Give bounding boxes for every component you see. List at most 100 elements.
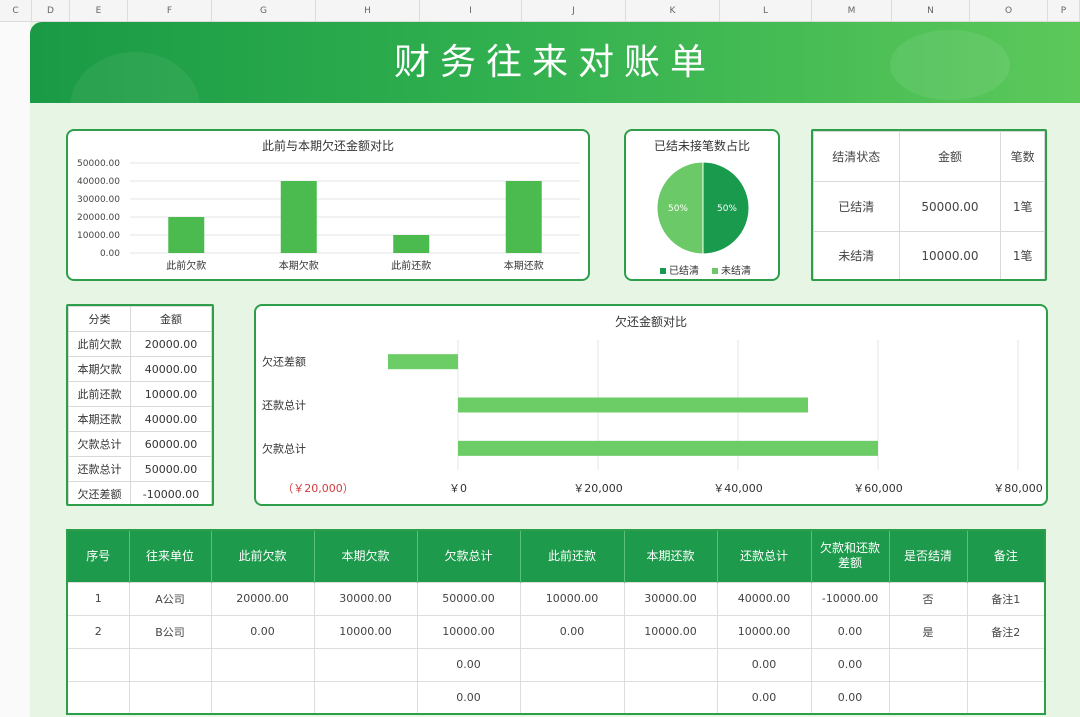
hbar[interactable]: [458, 397, 808, 413]
category-row: 此前还款 10000.00: [68, 381, 212, 407]
category-row: 欠还差额 -10000.00: [68, 481, 212, 504]
table-cell[interactable]: [66, 647, 130, 682]
bar[interactable]: [393, 235, 430, 253]
column-header-d[interactable]: D: [32, 0, 70, 22]
status-cell[interactable]: 1笔: [1000, 181, 1045, 232]
bar-chart-panel[interactable]: 此前与本期欠还金额对比 50000.00 40000.00 30000.00 2000…: [66, 129, 590, 281]
category-cell[interactable]: 此前还款: [68, 381, 131, 407]
status-table-header: 结清状态 金额 笔数: [813, 131, 1045, 182]
column-header-j[interactable]: J: [522, 0, 626, 22]
status-table-row: 未结清 10000.00 1笔: [813, 231, 1045, 279]
status-header-cell: 结清状态: [813, 131, 900, 182]
table-cell[interactable]: 0.00: [810, 614, 890, 649]
table-cell[interactable]: [313, 680, 418, 715]
column-header-c[interactable]: C: [0, 0, 32, 22]
table-cell[interactable]: 备注2: [966, 614, 1046, 649]
column-header-g[interactable]: G: [212, 0, 316, 22]
table-cell[interactable]: 0.00: [519, 614, 625, 649]
y-tick-label: 50000.00: [77, 159, 120, 169]
table-cell[interactable]: 30000.00: [623, 581, 718, 616]
category-cell[interactable]: 欠款总计: [68, 431, 131, 457]
column-header-p[interactable]: P: [1048, 0, 1080, 22]
table-cell[interactable]: [210, 680, 315, 715]
table-cell[interactable]: [623, 647, 718, 682]
table-cell[interactable]: B公司: [128, 614, 212, 649]
column-header-m[interactable]: M: [812, 0, 892, 22]
y-category-label: 还款总计: [262, 398, 306, 412]
status-cell[interactable]: 已结清: [813, 181, 900, 232]
category-cell[interactable]: 欠还差额: [68, 481, 131, 504]
table-cell[interactable]: 0.00: [810, 680, 890, 715]
y-tick-label: 10000.00: [77, 231, 120, 241]
category-cell[interactable]: 60000.00: [130, 431, 212, 457]
column-header-e[interactable]: E: [70, 0, 128, 22]
table-cell[interactable]: 10000.00: [716, 614, 812, 649]
table-cell[interactable]: 0.00: [716, 680, 812, 715]
column-header-l[interactable]: L: [720, 0, 812, 22]
table-cell[interactable]: [128, 680, 212, 715]
bar[interactable]: [280, 181, 317, 253]
column-header-i[interactable]: I: [420, 0, 522, 22]
table-cell[interactable]: [623, 680, 718, 715]
table-cell[interactable]: 20000.00: [210, 581, 315, 616]
hbar-chart-panel[interactable]: 欠还金额对比 （￥20,000） ￥0 ￥20,000 ￥40,000 ￥60,000 ￥…: [254, 304, 1048, 506]
category-cell[interactable]: 20000.00: [130, 331, 212, 357]
table-cell[interactable]: 30000.00: [313, 581, 418, 616]
bar[interactable]: [168, 217, 205, 253]
column-header-o[interactable]: O: [970, 0, 1048, 22]
status-cell[interactable]: 10000.00: [898, 231, 1002, 279]
category-cell[interactable]: -10000.00: [130, 481, 212, 504]
status-cell[interactable]: 未结清: [813, 231, 900, 279]
table-cell[interactable]: [128, 647, 212, 682]
table-cell[interactable]: [966, 680, 1046, 715]
table-cell[interactable]: 10000.00: [519, 581, 625, 616]
table-cell[interactable]: [519, 680, 625, 715]
table-cell[interactable]: 50000.00: [416, 581, 521, 616]
table-cell[interactable]: [210, 647, 315, 682]
column-header-f[interactable]: F: [128, 0, 212, 22]
x-tick-label: ￥0: [449, 482, 467, 495]
column-header-k[interactable]: K: [626, 0, 720, 22]
status-cell[interactable]: 1笔: [1000, 231, 1045, 279]
table-cell[interactable]: [313, 647, 418, 682]
y-category-label: 欠还差额: [262, 355, 306, 369]
table-cell[interactable]: 10000.00: [623, 614, 718, 649]
category-cell[interactable]: 50000.00: [130, 456, 212, 482]
hbar[interactable]: [388, 354, 458, 370]
table-cell[interactable]: 40000.00: [716, 581, 812, 616]
status-cell[interactable]: 50000.00: [898, 181, 1002, 232]
category-cell[interactable]: 还款总计: [68, 456, 131, 482]
table-cell[interactable]: A公司: [128, 581, 212, 616]
column-header-h[interactable]: H: [316, 0, 420, 22]
category-cell[interactable]: 10000.00: [130, 381, 212, 407]
table-cell[interactable]: 2: [66, 614, 130, 649]
category-cell[interactable]: 本期欠款: [68, 356, 131, 382]
table-cell[interactable]: 10000.00: [416, 614, 521, 649]
table-cell[interactable]: [66, 680, 130, 715]
bar[interactable]: [505, 181, 542, 253]
table-cell[interactable]: 0.00: [716, 647, 812, 682]
table-cell[interactable]: 0.00: [810, 647, 890, 682]
table-cell[interactable]: [966, 647, 1046, 682]
table-cell[interactable]: [888, 680, 968, 715]
table-cell[interactable]: 0.00: [416, 647, 521, 682]
category-cell[interactable]: 本期还款: [68, 406, 131, 432]
column-header-n[interactable]: N: [892, 0, 970, 22]
table-cell[interactable]: 10000.00: [313, 614, 418, 649]
y-tick-label: 40000.00: [77, 177, 120, 187]
table-cell[interactable]: 1: [66, 581, 130, 616]
table-cell[interactable]: 备注1: [966, 581, 1046, 616]
table-cell[interactable]: [888, 647, 968, 682]
table-cell[interactable]: -10000.00: [810, 581, 890, 616]
table-cell[interactable]: 否: [888, 581, 968, 616]
table-cell[interactable]: 是: [888, 614, 968, 649]
hbar[interactable]: [458, 440, 878, 456]
table-cell[interactable]: 0.00: [210, 614, 315, 649]
category-cell[interactable]: 40000.00: [130, 406, 212, 432]
category-cell[interactable]: 40000.00: [130, 356, 212, 382]
category-cell[interactable]: 此前欠款: [68, 331, 131, 357]
table-cell[interactable]: 0.00: [416, 680, 521, 715]
pie-chart-panel[interactable]: 已结未接笔数占比 50% 50% 已结清 未结清: [624, 129, 780, 281]
table-cell[interactable]: [519, 647, 625, 682]
x-tick-label: ￥80,000: [993, 482, 1043, 495]
